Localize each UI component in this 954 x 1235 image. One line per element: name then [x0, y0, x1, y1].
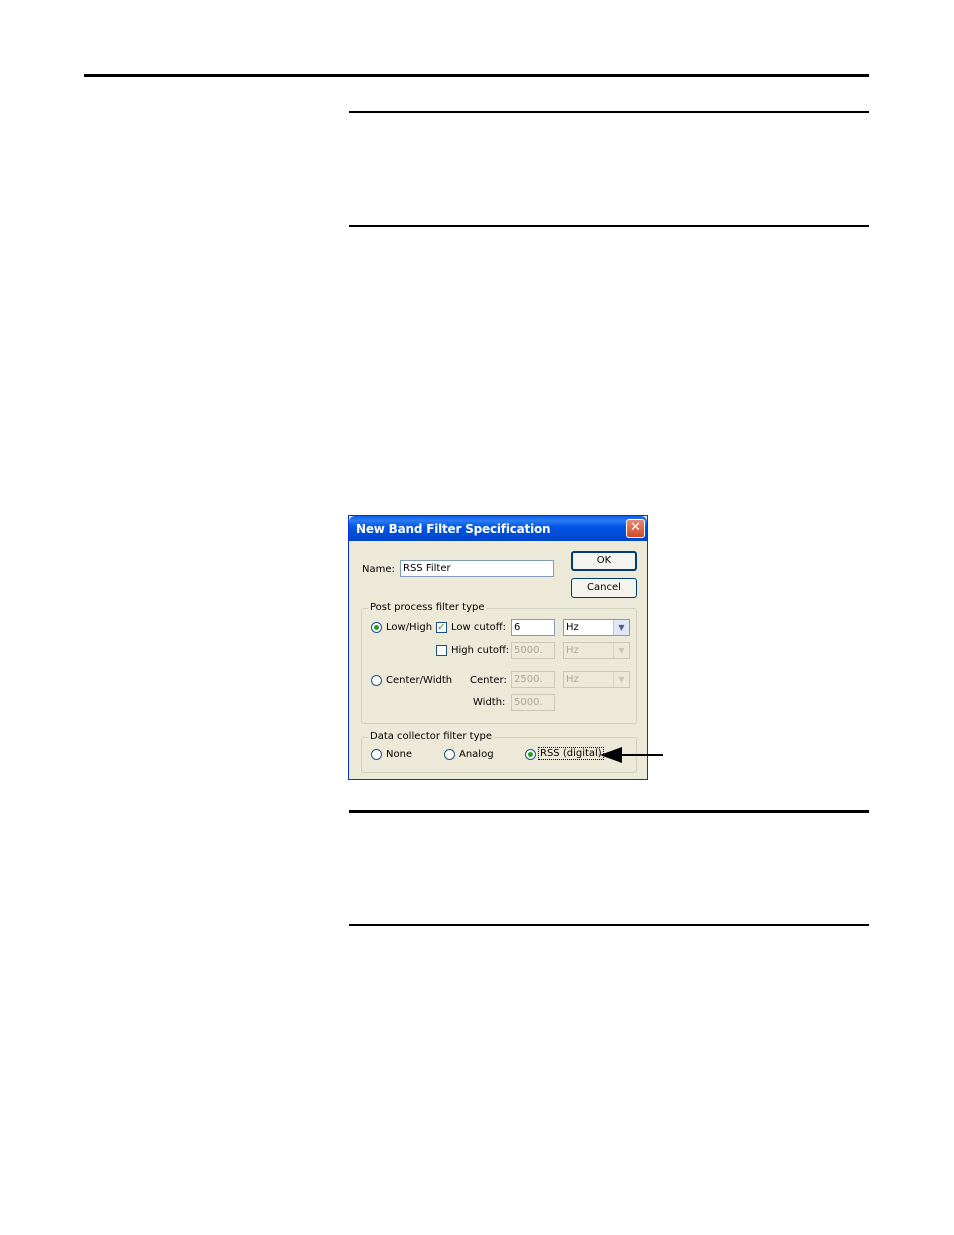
cancel-button[interactable]: Cancel: [571, 578, 637, 598]
none-radio[interactable]: [371, 749, 382, 760]
high-cutoff-checkbox[interactable]: [436, 645, 447, 656]
header-rule: [84, 74, 869, 77]
top-note-rule-upper: [349, 111, 869, 113]
chevron-down-icon: ▼: [613, 643, 629, 658]
width-label: Width:: [473, 697, 506, 708]
high-cutoff-unit-value: Hz: [566, 645, 579, 656]
post-process-group-label: Post process filter type: [368, 602, 487, 613]
analog-label: Analog: [459, 749, 494, 760]
dialog-title: New Band Filter Specification: [356, 522, 551, 536]
low-cutoff-checkbox[interactable]: ✓: [436, 622, 447, 633]
none-label: None: [386, 749, 413, 760]
centerwidth-label: Center/Width: [386, 675, 453, 686]
analog-radio[interactable]: [444, 749, 455, 760]
name-label: Name:: [362, 564, 395, 575]
low-cutoff-label: Low cutoff:: [451, 622, 507, 633]
close-icon[interactable]: ✕: [626, 519, 645, 538]
bottom-note-rule-upper: [349, 810, 869, 813]
low-cutoff-unit-select[interactable]: Hz ▼: [563, 619, 630, 636]
low-cutoff-field[interactable]: 6: [511, 619, 555, 636]
high-cutoff-label: High cutoff:: [451, 645, 510, 656]
center-unit-value: Hz: [566, 674, 579, 685]
center-label: Center:: [470, 675, 507, 686]
chevron-down-icon: ▼: [613, 672, 629, 687]
low-cutoff-unit-value: Hz: [566, 622, 579, 633]
title-bar[interactable]: New Band Filter Specification ✕: [349, 516, 647, 541]
high-cutoff-unit-select[interactable]: Hz ▼: [563, 642, 630, 659]
top-note-rule-lower: [349, 225, 869, 227]
high-cutoff-field[interactable]: 5000.: [511, 642, 555, 659]
ok-button[interactable]: OK: [571, 551, 637, 571]
callout-arrow-icon: [600, 747, 663, 763]
name-field[interactable]: RSS Filter: [400, 560, 554, 577]
width-field[interactable]: 5000.: [511, 694, 555, 711]
collector-group-label: Data collector filter type: [368, 731, 494, 742]
rss-digital-radio[interactable]: [525, 749, 536, 760]
lowhigh-radio[interactable]: [371, 622, 382, 633]
bottom-note-rule-lower: [349, 924, 869, 926]
lowhigh-label: Low/High: [386, 622, 433, 633]
rss-digital-label: RSS (digital): [538, 747, 604, 760]
centerwidth-radio[interactable]: [371, 675, 382, 686]
chevron-down-icon: ▼: [613, 620, 629, 635]
center-field[interactable]: 2500.: [511, 671, 555, 688]
band-filter-dialog: New Band Filter Specification ✕ Name: RS…: [348, 515, 648, 780]
center-unit-select[interactable]: Hz ▼: [563, 671, 630, 688]
